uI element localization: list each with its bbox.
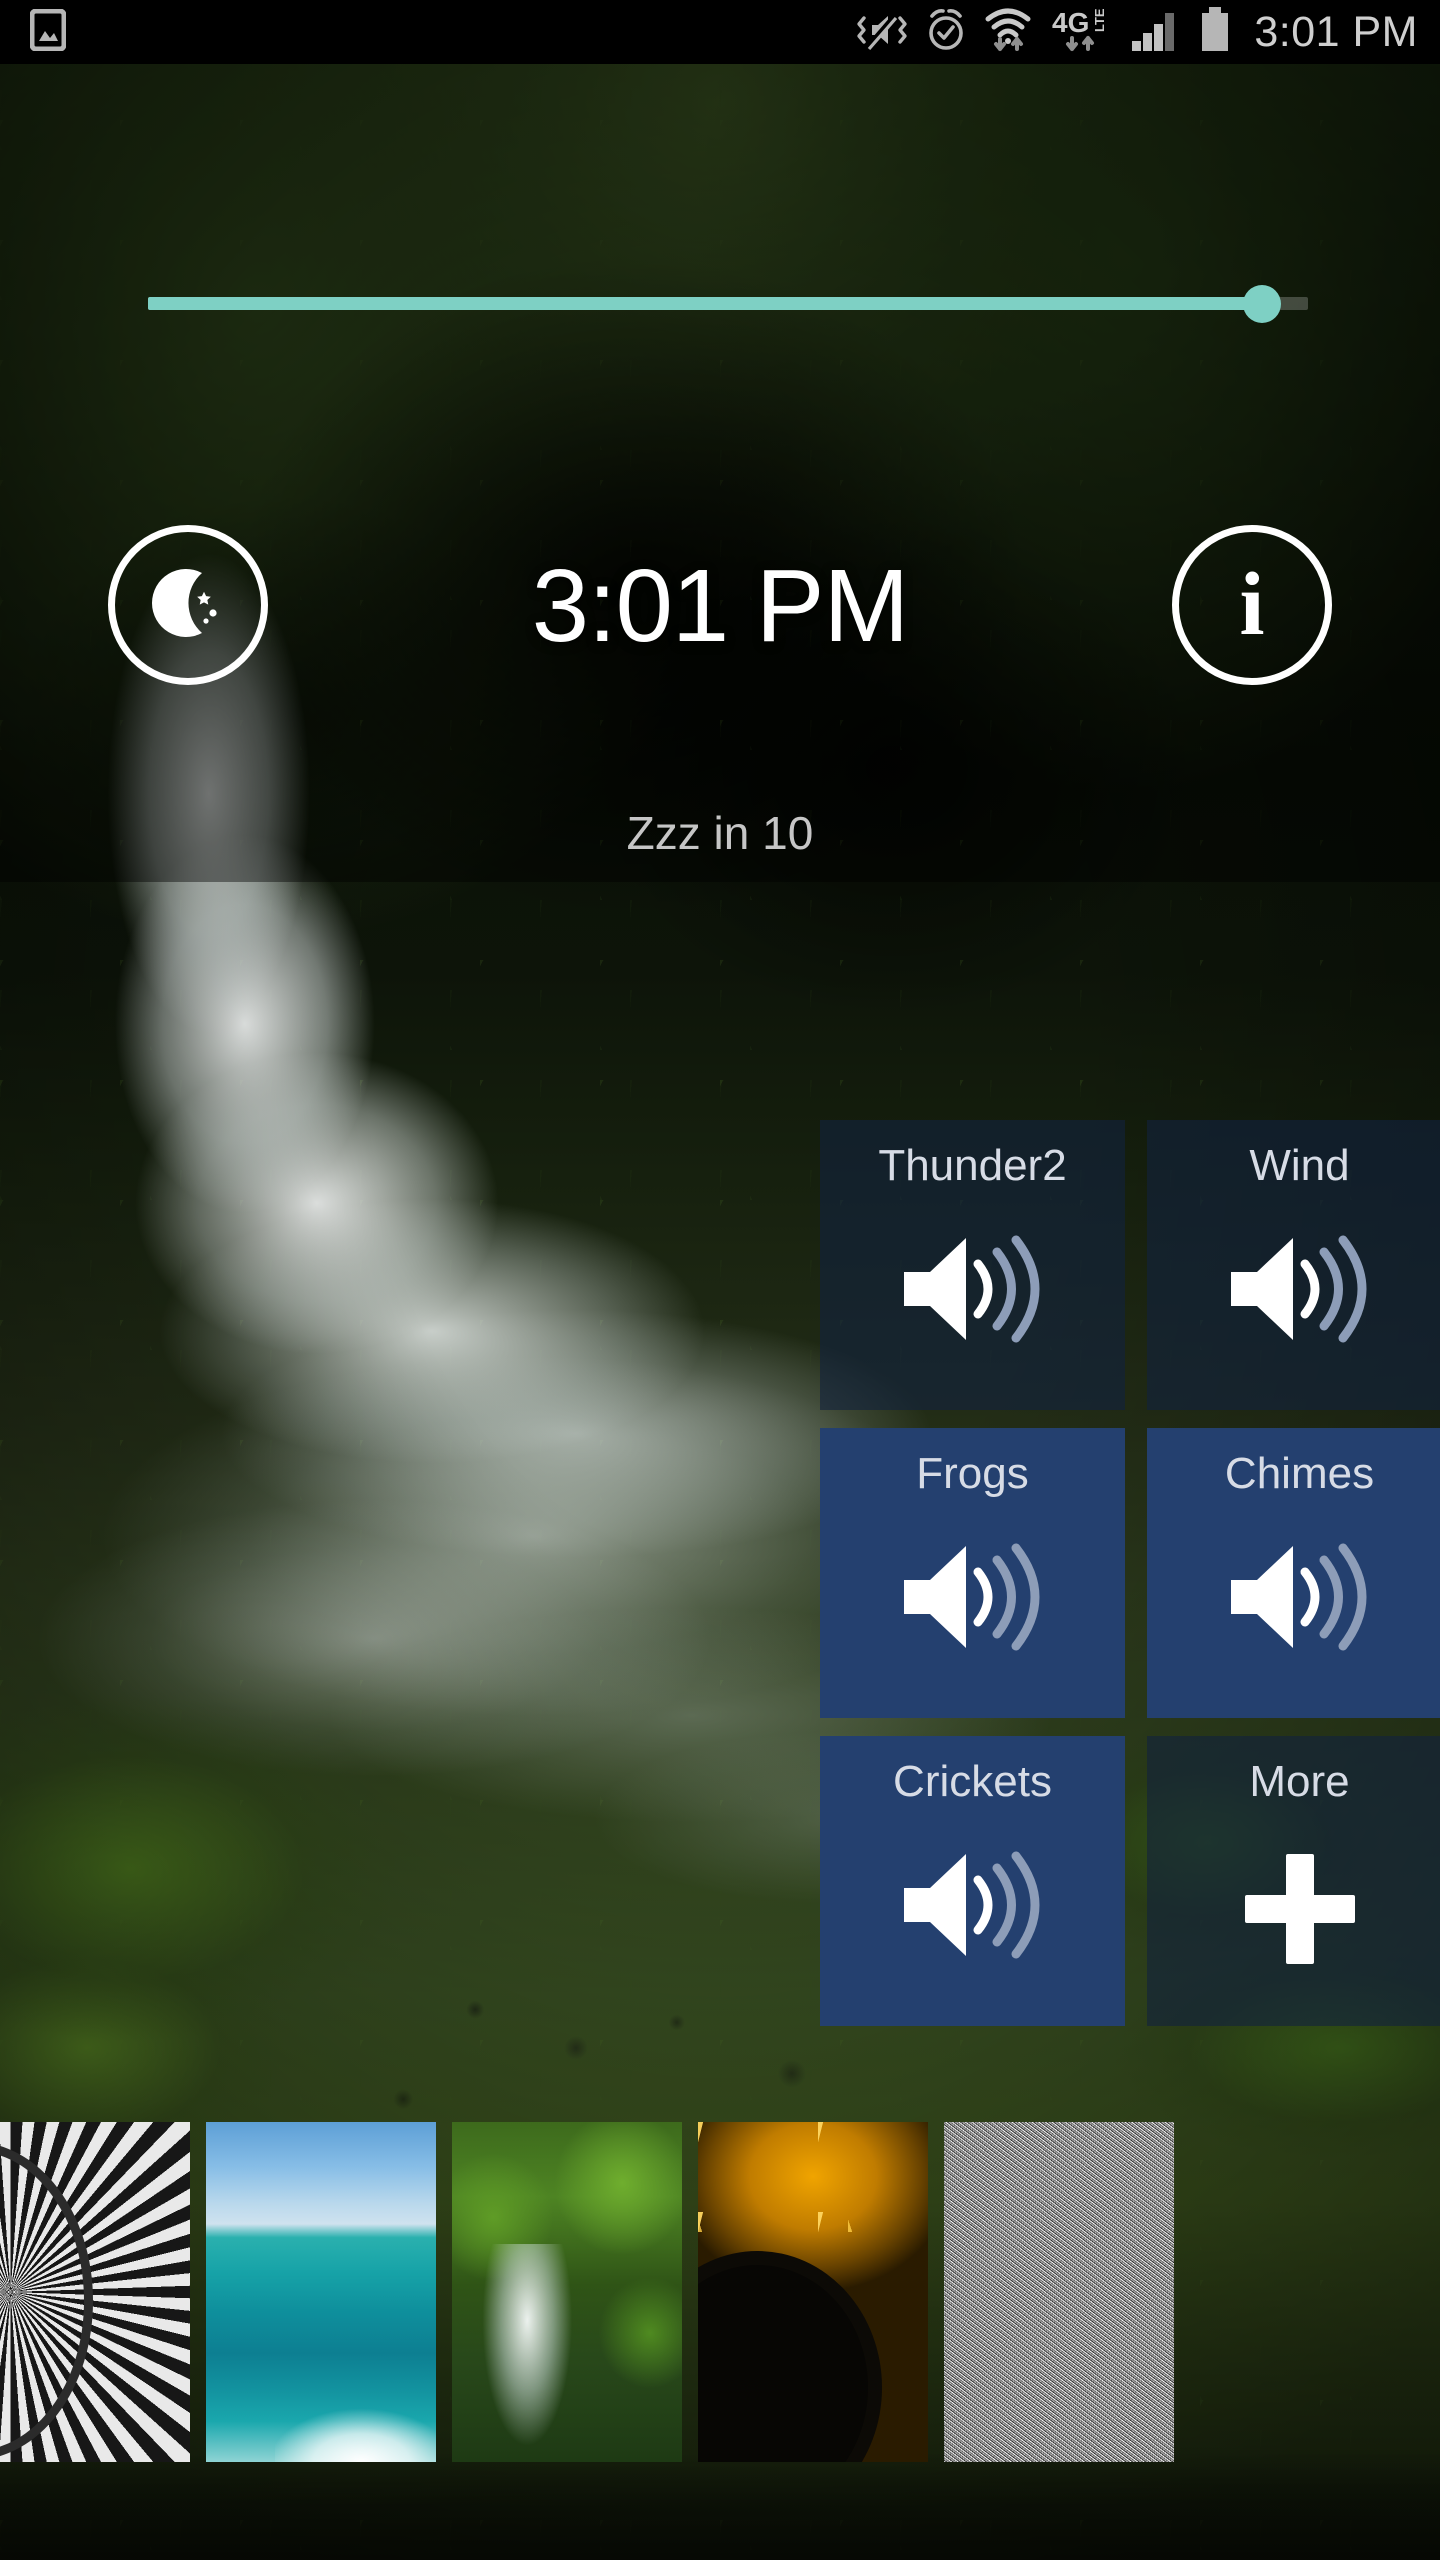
scene-thumb-image: [0, 2122, 190, 2462]
speaker-volume-icon: [898, 1230, 1048, 1353]
volume-slider-thumb[interactable]: [1242, 285, 1281, 323]
sound-tile-row: Thunder2 Wind: [820, 1120, 1440, 1410]
info-button[interactable]: i: [1172, 525, 1332, 685]
sound-tiles-grid: Thunder2 Wind Frogs Chimes Crickets More: [820, 1120, 1440, 2044]
sleep-timer-button[interactable]: [108, 525, 268, 685]
info-icon: i: [1239, 555, 1265, 655]
scene-thumb-image: [944, 2122, 1174, 2462]
sleep-timer-label[interactable]: Zzz in 10: [0, 810, 1440, 856]
player-panel: [0, 64, 1440, 882]
sound-tile-row: Frogs Chimes: [820, 1428, 1440, 1718]
network-4g-lte-icon: 4G LTE: [1052, 6, 1116, 59]
battery-icon: [1198, 6, 1232, 59]
player-clock: 3:01 PM: [531, 547, 910, 663]
sound-tile-label: Chimes: [1224, 1449, 1375, 1498]
status-bar: 4G LTE 3:01 PM: [0, 0, 1440, 64]
app-screen: 4G LTE 3:01 PM 3:01 PM i Zzz in 10 Thund…: [0, 0, 1440, 2560]
scene-thumb-whooshing-fan[interactable]: hing Fan: [0, 2122, 190, 2462]
status-bar-left-icons: [0, 8, 67, 56]
scene-thumb-driving[interactable]: Driving: [698, 2122, 928, 2462]
sound-tile-label: Crickets: [893, 1757, 1052, 1806]
scene-thumb-image: [206, 2122, 436, 2462]
sound-tile-label: More: [1249, 1757, 1350, 1806]
scene-thumb-stream[interactable]: Stream: [452, 2122, 682, 2462]
speaker-volume-icon: [1225, 1230, 1375, 1353]
sound-tile-crickets[interactable]: Crickets: [820, 1736, 1125, 2026]
scene-thumb-white-noise[interactable]: W: [944, 2122, 1174, 2462]
sound-tile-wind[interactable]: Wind: [1147, 1120, 1440, 1410]
sound-tile-thunder2[interactable]: Thunder2: [820, 1120, 1125, 1410]
alarm-clock-icon: [924, 7, 968, 58]
sound-tile-chimes[interactable]: Chimes: [1147, 1428, 1440, 1718]
status-bar-right-icons: 4G LTE 3:01 PM: [856, 6, 1440, 59]
player-clock-row: 3:01 PM i: [0, 520, 1440, 690]
volume-slider[interactable]: [148, 283, 1308, 323]
scene-thumb-image: [698, 2122, 928, 2462]
moon-stars-icon: [142, 557, 234, 654]
svg-text:LTE: LTE: [1092, 8, 1107, 32]
volume-slider-fill: [148, 297, 1262, 310]
speaker-volume-icon: [1225, 1538, 1375, 1661]
scene-thumbnail-strip[interactable]: hing FanOceanStreamDrivingW: [0, 2122, 1440, 2560]
screenshot-image-icon: [29, 8, 67, 56]
speaker-volume-icon: [898, 1846, 1048, 1969]
status-bar-clock: 3:01 PM: [1254, 7, 1418, 56]
svg-text:4G: 4G: [1052, 7, 1089, 38]
vibrate-mute-icon: [856, 8, 908, 57]
sound-tile-label: Wind: [1249, 1141, 1350, 1190]
scene-thumb-ocean[interactable]: Ocean: [206, 2122, 436, 2462]
sound-tile-row: Crickets More: [820, 1736, 1440, 2026]
scene-thumb-image: [452, 2122, 682, 2462]
sound-tile-label: Frogs: [916, 1449, 1029, 1498]
wifi-icon: [984, 6, 1036, 59]
sound-tile-more[interactable]: More: [1147, 1736, 1440, 2026]
cell-signal-icon: [1132, 7, 1182, 58]
sound-tile-frogs[interactable]: Frogs: [820, 1428, 1125, 1718]
sound-tile-label: Thunder2: [878, 1141, 1067, 1190]
speaker-volume-icon: [898, 1538, 1048, 1661]
plus-icon: [1237, 1846, 1363, 1977]
